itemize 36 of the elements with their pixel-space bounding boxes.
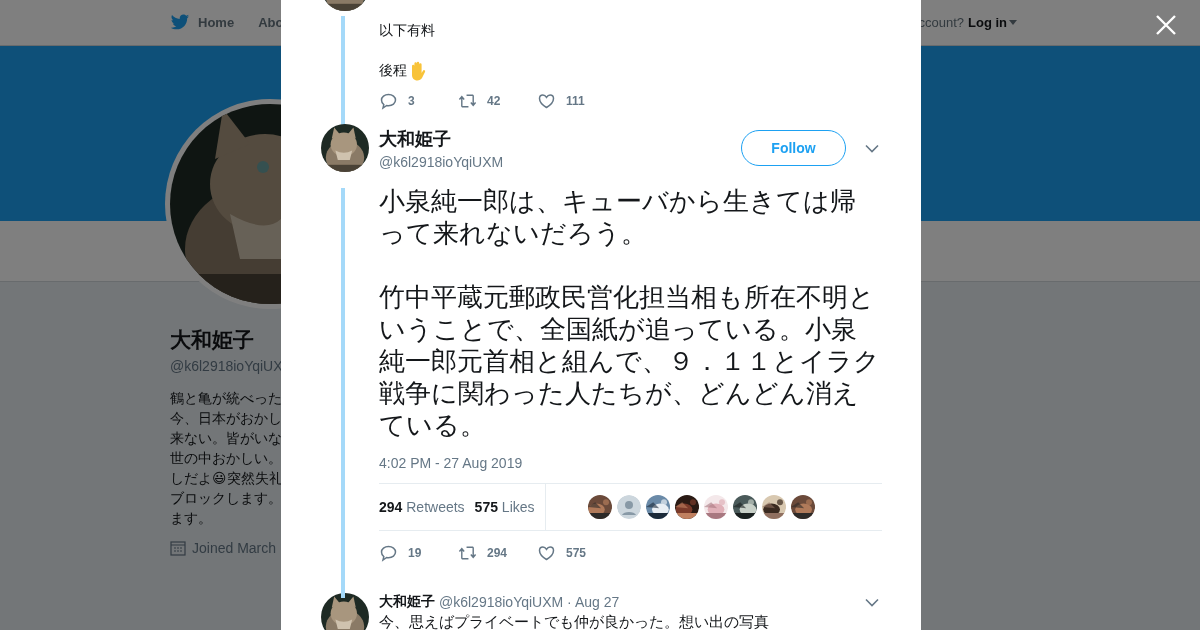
tweet-text: 今、思えばプライベートでも仲が良かった。想い出の写真	[379, 613, 770, 630]
tweet-text: 以下有料	[379, 21, 436, 40]
retweets-count-link[interactable]: 294 Retweets	[379, 499, 465, 515]
likes-count-link[interactable]: 575 Likes	[474, 499, 535, 515]
tweet-text: 竹中平蔵元郵政民営化担当相も所在不明ということで、全国紙が追っている。小泉純一郎元首相と組んで、９．１１とイラク戦争に関わった人たちが、どんどん消えている。	[379, 281, 881, 441]
caret-icon[interactable]	[1009, 20, 1017, 25]
retweet-icon[interactable]	[458, 92, 477, 110]
avatar-icon[interactable]	[616, 495, 641, 519]
reply-button[interactable]: 3	[379, 92, 458, 110]
nav-link[interactable]: Home	[170, 14, 235, 31]
profile-handle: @k6l2918ioYqiUX	[170, 358, 284, 374]
heart-icon[interactable]	[537, 92, 556, 110]
author-handle: @k6l2918ioYqiUXM · Aug 27	[439, 594, 620, 610]
chevron-down-icon[interactable]	[865, 597, 879, 607]
reply-icon[interactable]	[379, 544, 398, 562]
tweet-text: 後程	[379, 62, 407, 80]
follow-button[interactable]: Follow	[741, 130, 846, 166]
retweet-icon[interactable]	[458, 544, 477, 562]
heart-icon[interactable]	[537, 544, 556, 562]
author-name: 大和姫子	[379, 593, 435, 611]
like-button[interactable]: 575	[537, 544, 616, 562]
calendar-icon	[170, 540, 186, 556]
retweet-button[interactable]: 42	[458, 92, 537, 110]
reply-icon[interactable]	[379, 92, 398, 110]
author-name: 大和姫子	[379, 127, 452, 151]
tweet-timestamp: 4:02 PM - 27 Aug 2019	[379, 455, 524, 471]
author-handle: @k6l2918ioYqiUXM	[379, 153, 504, 170]
close-button[interactable]	[1155, 14, 1177, 36]
retweet-button[interactable]: 294	[458, 544, 537, 562]
joined-date: Joined March	[192, 540, 277, 556]
reply-button[interactable]: 19	[379, 544, 458, 562]
like-button[interactable]: 111	[537, 92, 616, 110]
tweet-text: 小泉純一郎は、キューバから生きては帰って来れないだろう。	[379, 185, 857, 249]
login-link[interactable]: Log in	[968, 15, 1017, 30]
profile-name: 大和姫子	[170, 327, 255, 353]
chevron-down-icon[interactable]	[865, 143, 879, 153]
